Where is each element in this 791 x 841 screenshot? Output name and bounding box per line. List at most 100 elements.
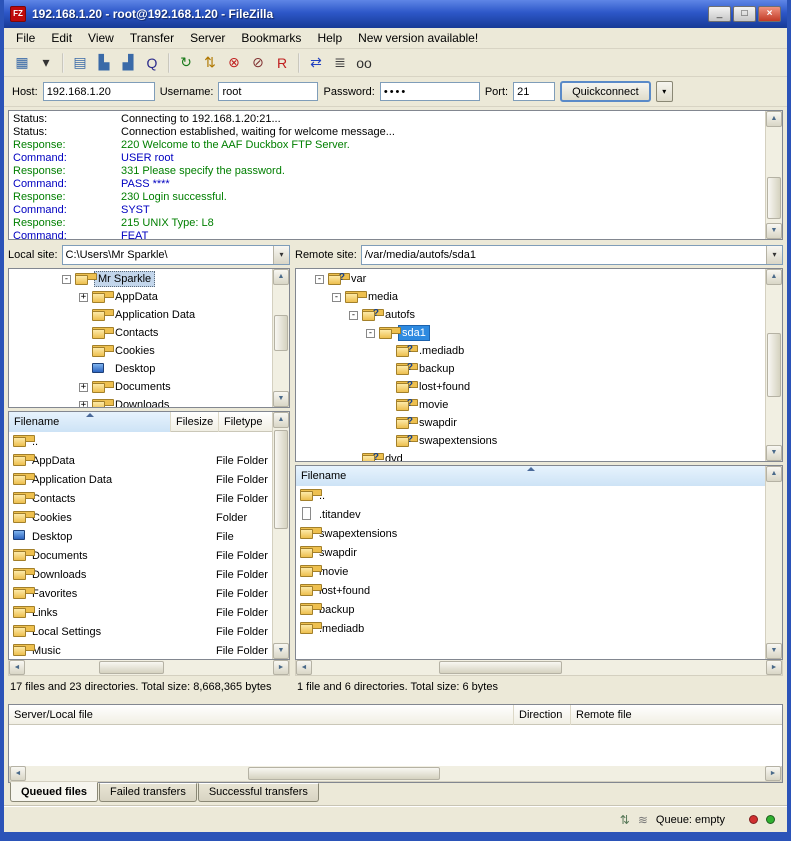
toggle-local-tree-button[interactable]: ▙ [92, 52, 116, 74]
password-input[interactable] [380, 82, 480, 101]
tree-expander-icon[interactable]: + [79, 383, 88, 392]
menu-view[interactable]: View [80, 28, 122, 48]
scroll-track[interactable] [766, 285, 782, 445]
scroll-up-button[interactable]: ▲ [273, 269, 289, 285]
column-header-filetype[interactable]: Filetype [219, 412, 272, 432]
tree-item-label[interactable]: sda1 [398, 325, 430, 341]
tab-successful-transfers[interactable]: Successful transfers [198, 783, 319, 802]
AppData[interactable]: ? AppData File Folder [9, 451, 272, 470]
combo-dropdown-icon[interactable]: ▾ [273, 246, 289, 264]
local-tree-item[interactable]: + ? AppData [9, 288, 272, 306]
remote-list-hscrollbar[interactable]: ◄ ► [295, 660, 783, 676]
remote-tree-item[interactable]: ? swapextensions [296, 432, 765, 450]
scroll-track[interactable] [25, 660, 273, 675]
local-tree-scrollbar[interactable]: ▲ ▼ [272, 269, 289, 407]
local-tree-item[interactable]: ? Cookies [9, 342, 272, 360]
scroll-up-button[interactable]: ▲ [766, 466, 782, 482]
scroll-down-button[interactable]: ▼ [273, 391, 289, 407]
lost+found[interactable]: ? lost+found [296, 581, 765, 600]
scroll-down-button[interactable]: ▼ [273, 643, 289, 659]
scroll-thumb[interactable] [99, 661, 163, 674]
menu-new-version[interactable]: New version available! [350, 28, 486, 48]
remote-tree-item[interactable]: ? lost+found [296, 378, 765, 396]
tree-item-label[interactable]: Desktop [111, 361, 159, 377]
tree-expander-icon[interactable]: - [315, 275, 324, 284]
quickconnect-dropdown[interactable]: ▾ [656, 81, 673, 102]
reconnect-button[interactable]: R [270, 52, 294, 74]
scroll-left-button[interactable]: ◄ [10, 766, 26, 781]
scroll-down-button[interactable]: ▼ [766, 223, 782, 239]
toggle-message-log-button[interactable]: ▤ [68, 52, 92, 74]
Links[interactable]: ? Links File Folder [9, 603, 272, 622]
titlebar[interactable]: FZ 192.168.1.20 - root@192.168.1.20 - Fi… [4, 0, 787, 28]
local-tree-item[interactable]: ? Desktop [9, 360, 272, 378]
scroll-thumb[interactable] [274, 430, 288, 529]
Downloads[interactable]: ? Downloads File Folder [9, 565, 272, 584]
tree-item-label[interactable]: Downloads [111, 397, 173, 407]
refresh-button[interactable]: ↻ [174, 52, 198, 74]
column-header-server-local-file[interactable]: Server/Local file [9, 705, 514, 725]
Cookies[interactable]: ? Cookies Folder [9, 508, 272, 527]
tree-item-label[interactable]: var [347, 271, 370, 287]
column-header-filename[interactable]: Filename [9, 412, 171, 432]
scroll-down-button[interactable]: ▼ [766, 445, 782, 461]
Contacts[interactable]: ? Contacts File Folder [9, 489, 272, 508]
maximize-button[interactable]: □ [733, 6, 756, 22]
tree-item-label[interactable]: movie [415, 397, 452, 413]
local-tree-item[interactable]: ? Application Data [9, 306, 272, 324]
scroll-up-button[interactable]: ▲ [273, 412, 289, 428]
quickconnect-button[interactable]: Quickconnect [560, 81, 651, 102]
local-tree-item[interactable]: ? Contacts [9, 324, 272, 342]
local-tree-item[interactable]: - ? Mr Sparkle [9, 270, 272, 288]
menu-transfer[interactable]: Transfer [122, 28, 182, 48]
swapdir[interactable]: ? swapdir [296, 543, 765, 562]
synchronized-browsing-button[interactable]: ≣ [328, 52, 352, 74]
tree-item-label[interactable]: swapdir [415, 415, 461, 431]
remote-list-scrollbar[interactable]: ▲ ▼ [765, 466, 782, 659]
local-list-scrollbar[interactable]: ▲ ▼ [272, 412, 289, 659]
tree-item-label[interactable]: Application Data [111, 307, 199, 323]
remote-site-combo[interactable]: /var/media/autofs/sda1 ▾ [361, 245, 783, 265]
Documents[interactable]: ? Documents File Folder [9, 546, 272, 565]
find-files-button[interactable]: oo [352, 52, 376, 74]
tab-failed-transfers[interactable]: Failed transfers [99, 783, 197, 802]
scroll-thumb[interactable] [767, 177, 781, 219]
tree-item-label[interactable]: backup [415, 361, 458, 377]
tree-expander-icon[interactable]: - [366, 329, 375, 338]
queue-hscrollbar[interactable]: ◄ ► [9, 766, 782, 782]
.mediadb[interactable]: ? .mediadb [296, 619, 765, 638]
scroll-track[interactable] [273, 428, 289, 643]
tree-item-label[interactable]: dvd [381, 451, 407, 461]
tree-item-label[interactable]: autofs [381, 307, 419, 323]
scroll-track[interactable] [312, 660, 766, 675]
username-input[interactable] [218, 82, 318, 101]
host-input[interactable] [43, 82, 155, 101]
cancel-button[interactable]: ⊗ [222, 52, 246, 74]
tree-expander-icon[interactable]: - [62, 275, 71, 284]
toggle-queue-button[interactable]: Q [140, 52, 164, 74]
disconnect-button[interactable]: ⊘ [246, 52, 270, 74]
column-header-remote-file[interactable]: Remote file [571, 705, 782, 725]
scroll-track[interactable] [26, 766, 765, 781]
scroll-left-button[interactable]: ◄ [9, 660, 25, 675]
local-tree-item[interactable]: + ? Documents [9, 378, 272, 396]
tree-expander-icon[interactable]: - [332, 293, 341, 302]
tree-item-label[interactable]: swapextensions [415, 433, 501, 449]
swapextensions[interactable]: ? swapextensions [296, 524, 765, 543]
tree-item-label[interactable]: .mediadb [415, 343, 468, 359]
toolbar-separator[interactable] [298, 53, 300, 73]
local-tree-item[interactable]: + ? Downloads [9, 396, 272, 407]
tree-item-label[interactable]: Contacts [111, 325, 162, 341]
remote-tree-scrollbar[interactable]: ▲ ▼ [765, 269, 782, 461]
..[interactable]: ? .. [9, 432, 272, 451]
scroll-thumb[interactable] [248, 767, 440, 780]
tree-item-label[interactable]: Mr Sparkle [94, 271, 155, 287]
scroll-track[interactable] [766, 127, 782, 223]
scroll-down-button[interactable]: ▼ [766, 643, 782, 659]
column-header-filesize[interactable]: Filesize [171, 412, 219, 432]
local-list-hscrollbar[interactable]: ◄ ► [8, 660, 290, 676]
remote-tree-item[interactable]: - ? autofs [296, 306, 765, 324]
tree-item-label[interactable]: AppData [111, 289, 162, 305]
tree-item-label[interactable]: Documents [111, 379, 175, 395]
.titandev[interactable]: ? .titandev [296, 505, 765, 524]
